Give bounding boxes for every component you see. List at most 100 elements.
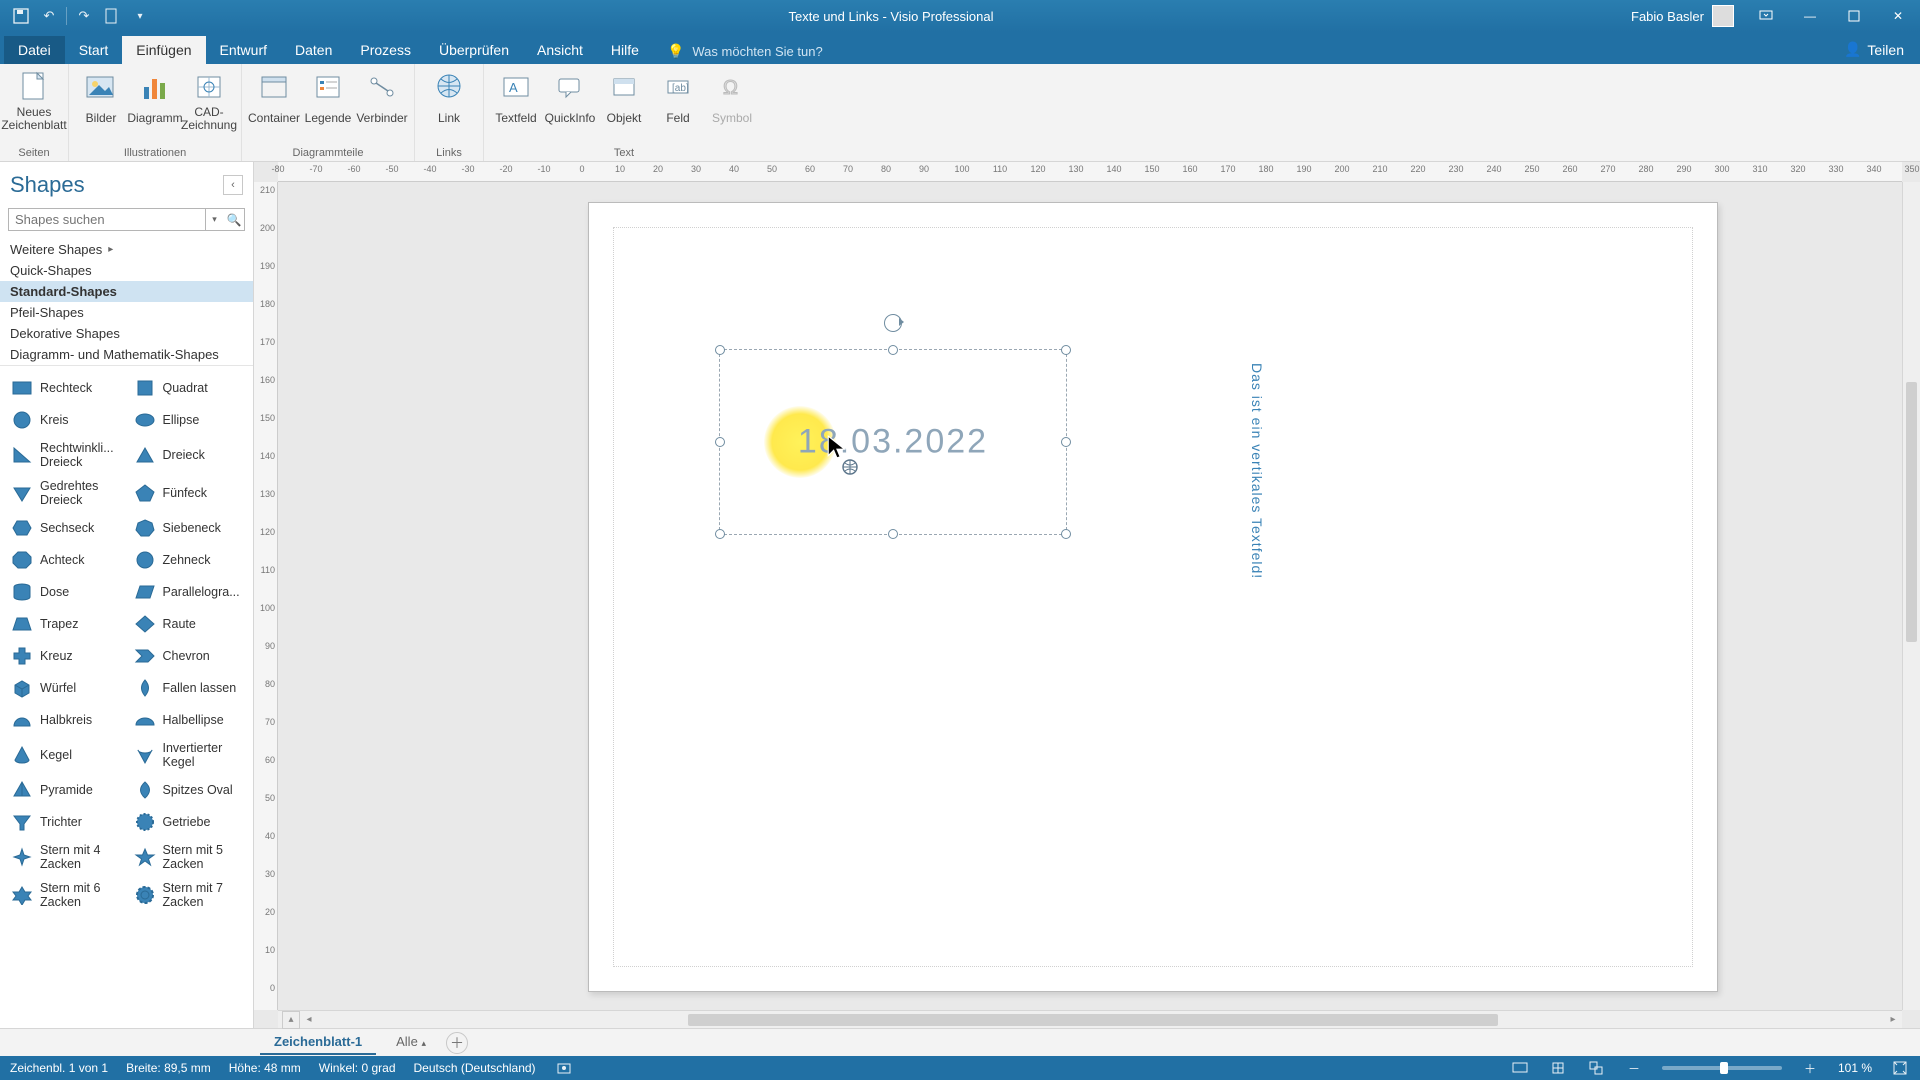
selected-textbox[interactable]: 18.03.2022 [719,349,1067,535]
legend-button[interactable]: Legende [302,68,354,134]
shape-item[interactable]: Zehneck [127,544,250,576]
cat-diagramm-math[interactable]: Diagramm- und Mathematik-Shapes [0,344,253,365]
tell-me-search[interactable]: 💡 Was möchten Sie tun? [653,39,837,64]
shape-item[interactable]: Fünfeck [127,474,250,512]
tab-ansicht[interactable]: Ansicht [523,36,597,64]
qat-more-icon[interactable]: ▾ [129,5,151,27]
shape-item[interactable]: Getriebe [127,806,250,838]
tab-start[interactable]: Start [65,36,123,64]
undo-icon[interactable]: ↶ [38,5,60,27]
resize-handle-tr[interactable] [1061,345,1071,355]
shape-item[interactable]: Siebeneck [127,512,250,544]
new-doc-icon[interactable] [101,5,123,27]
resize-handle-tm[interactable] [888,345,898,355]
inserted-date-field[interactable]: 18.03.2022 [720,423,1066,462]
add-page-button[interactable]: ＋ [446,1032,468,1054]
pan-zoom-icon[interactable] [1586,1060,1606,1076]
save-icon[interactable] [10,5,32,27]
resize-handle-br[interactable] [1061,529,1071,539]
shape-item[interactable]: Kreis [4,404,127,436]
page-nav-up[interactable]: ▴ [282,1011,300,1029]
resize-handle-tl[interactable] [715,345,725,355]
object-button[interactable]: Objekt [598,68,650,134]
shape-item[interactable]: Invertierter Kegel [127,736,250,774]
shape-item[interactable]: Kegel [4,736,127,774]
zoom-slider-thumb[interactable] [1720,1062,1728,1074]
shape-item[interactable]: Stern mit 7 Zacken [127,876,250,914]
zoom-out-icon[interactable]: － [1624,1060,1644,1076]
cad-button[interactable]: CAD- Zeichnung [183,68,235,134]
cat-standard[interactable]: Standard-Shapes [0,281,253,302]
drawing-page[interactable]: 18.03.2022 Das ist ein vertikales Textfe… [588,202,1718,992]
new-page-button[interactable]: Neues Zeichenblatt [6,68,62,134]
minimize-button[interactable]: ― [1788,0,1832,32]
shape-item[interactable]: Raute [127,608,250,640]
resize-handle-bl[interactable] [715,529,725,539]
cat-dekorativ[interactable]: Dekorative Shapes [0,323,253,344]
field-button[interactable]: [ab] Feld [652,68,704,134]
shape-item[interactable]: Trichter [4,806,127,838]
hscroll-left[interactable]: ◂ [300,1014,318,1025]
tab-einfuegen[interactable]: Einfügen [122,36,205,64]
horizontal-scrollbar[interactable]: ▴ ◂ ▸ [278,1010,1902,1028]
resize-handle-bm[interactable] [888,529,898,539]
fit-page-icon[interactable] [1548,1060,1568,1076]
search-go-icon[interactable]: 🔍 [225,208,243,231]
shape-item[interactable]: Würfel [4,672,127,704]
container-button[interactable]: Container [248,68,300,134]
vscroll-thumb[interactable] [1906,382,1917,642]
link-button[interactable]: Link [421,68,477,134]
tab-ueberpruefen[interactable]: Überprüfen [425,36,523,64]
shape-item[interactable]: Parallelogra... [127,576,250,608]
tab-hilfe[interactable]: Hilfe [597,36,653,64]
shape-item[interactable]: Dreieck [127,436,250,474]
pictures-button[interactable]: Bilder [75,68,127,134]
tab-entwurf[interactable]: Entwurf [206,36,281,64]
shape-item[interactable]: Rechtwinkli... Dreieck [4,436,127,474]
cat-pfeil[interactable]: Pfeil-Shapes [0,302,253,323]
connector-button[interactable]: Verbinder [356,68,408,134]
shape-item[interactable]: Halbkreis [4,704,127,736]
shape-item[interactable]: Achteck [4,544,127,576]
ribbon-options-icon[interactable] [1744,0,1788,32]
vertical-scrollbar[interactable] [1902,182,1920,1010]
shape-item[interactable]: Rechteck [4,372,127,404]
shape-item[interactable]: Spitzes Oval [127,774,250,806]
shape-item[interactable]: Gedrehtes Dreieck [4,474,127,512]
maximize-button[interactable] [1832,0,1876,32]
shape-item[interactable]: Stern mit 4 Zacken [4,838,127,876]
page-tab-1[interactable]: Zeichenblatt-1 [260,1030,376,1055]
shape-item[interactable]: Trapez [4,608,127,640]
shape-item[interactable]: Sechseck [4,512,127,544]
cat-quick[interactable]: Quick-Shapes [0,260,253,281]
close-button[interactable]: ✕ [1876,0,1920,32]
zoom-slider[interactable] [1662,1066,1782,1070]
redo-icon[interactable]: ↷ [73,5,95,27]
status-language[interactable]: Deutsch (Deutschland) [414,1061,536,1075]
shape-item[interactable]: Fallen lassen [127,672,250,704]
vertical-textbox[interactable]: Das ist ein vertikales Textfeld! [1249,363,1265,579]
shape-item[interactable]: Quadrat [127,372,250,404]
tab-daten[interactable]: Daten [281,36,346,64]
shape-item[interactable]: Kreuz [4,640,127,672]
fit-window-icon[interactable] [1890,1060,1910,1076]
page-tab-all[interactable]: Alle ▴ [382,1030,440,1055]
hscroll-right[interactable]: ▸ [1884,1014,1902,1025]
tab-prozess[interactable]: Prozess [346,36,425,64]
shape-item[interactable]: Chevron [127,640,250,672]
shape-item[interactable]: Ellipse [127,404,250,436]
canvas-viewport[interactable]: 18.03.2022 Das ist ein vertikales Textfe… [278,182,1902,1010]
status-zoom[interactable]: 101 % [1838,1061,1872,1075]
hscroll-thumb[interactable] [688,1014,1498,1026]
chart-button[interactable]: Diagramm [129,68,181,134]
textbox-button[interactable]: A Textfeld [490,68,542,134]
rotate-handle[interactable] [884,314,902,332]
macro-record-icon[interactable] [554,1060,574,1076]
presentation-mode-icon[interactable] [1510,1060,1530,1076]
share-button[interactable]: 👤 Teilen [1828,37,1920,64]
zoom-in-icon[interactable]: ＋ [1800,1060,1820,1076]
tab-datei[interactable]: Datei [4,36,65,64]
search-dropdown-icon[interactable]: ▾ [205,208,223,231]
account-area[interactable]: Fabio Basler [1621,5,1744,27]
quickinfo-button[interactable]: QuickInfo [544,68,596,134]
